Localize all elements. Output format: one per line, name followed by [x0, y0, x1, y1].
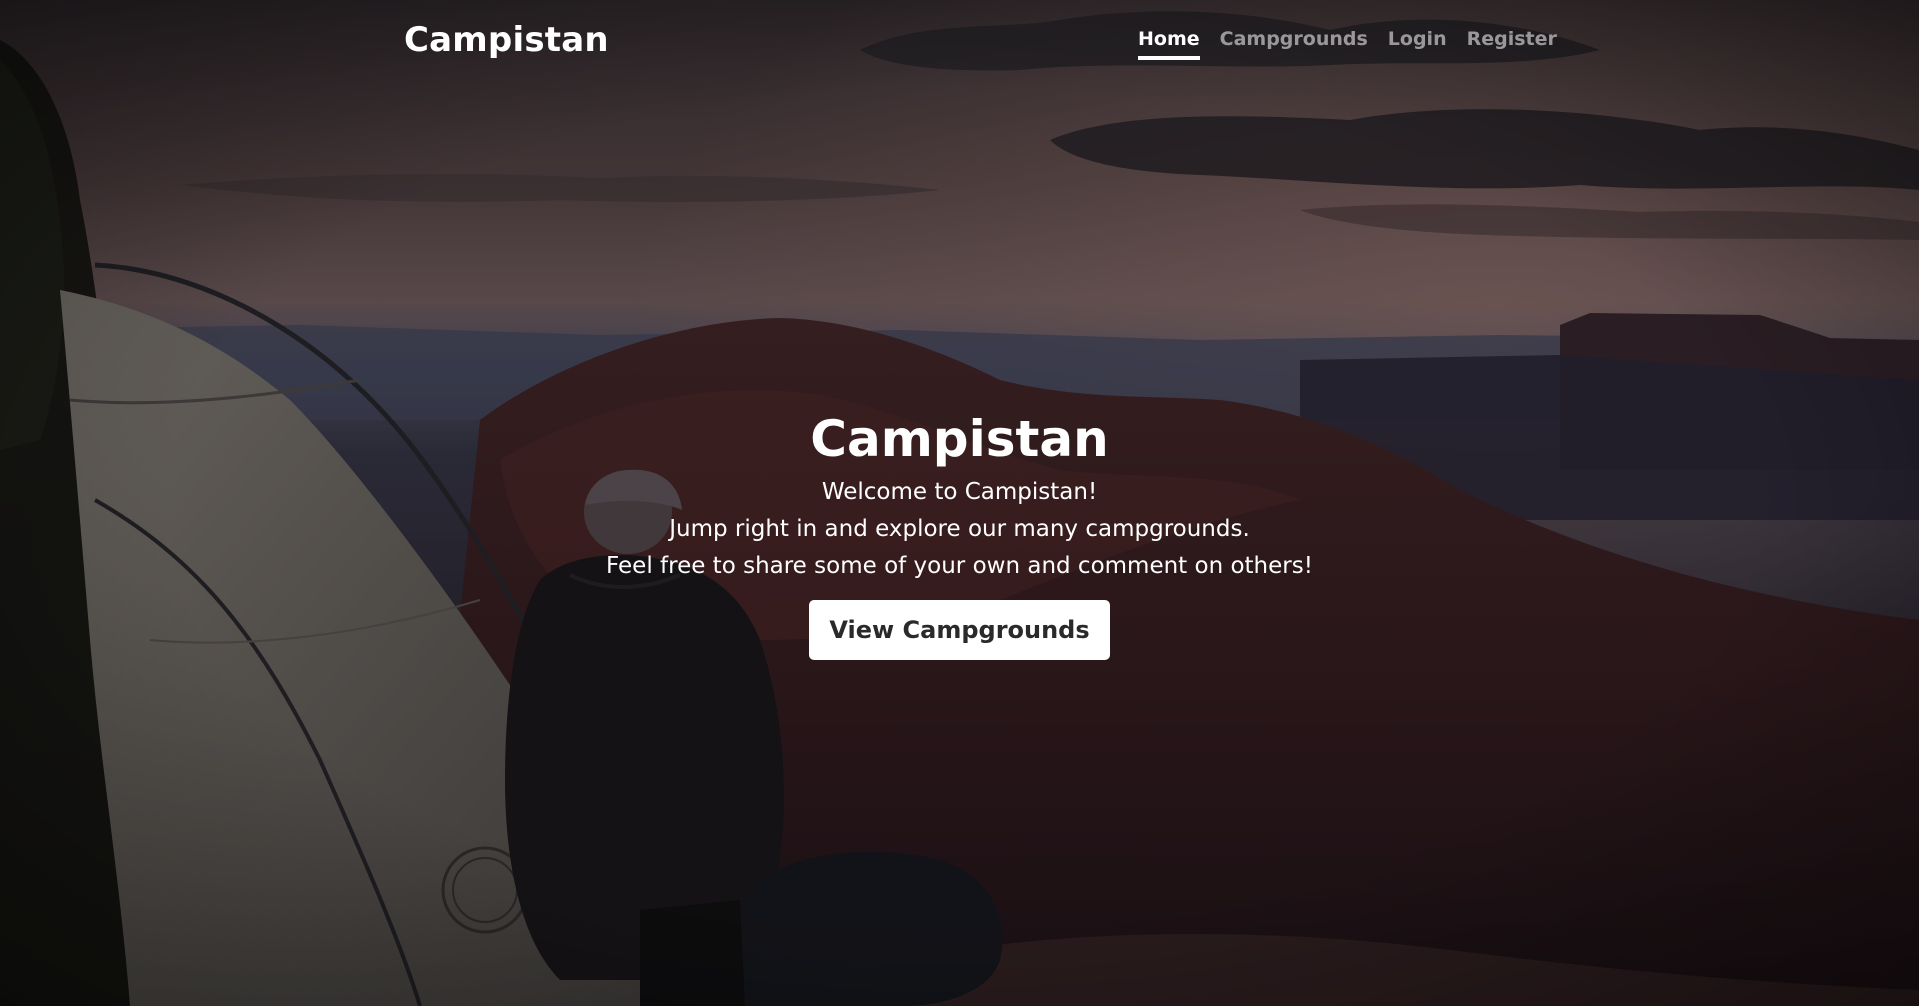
navbar-brand[interactable]: Campistan: [404, 20, 609, 60]
view-campgrounds-button[interactable]: View Campgrounds: [809, 600, 1110, 660]
hero-welcome-text: Welcome to Campistan!: [821, 479, 1098, 505]
nav-links: Home Campgrounds Login Register: [1138, 28, 1557, 60]
hero-explore-text: Jump right in and explore our many campg…: [669, 516, 1250, 542]
nav-link-home[interactable]: Home: [1138, 28, 1200, 60]
hero-title: Campistan: [810, 410, 1109, 468]
top-navbar: Campistan Home Campgrounds Login Registe…: [0, 0, 1919, 84]
hero-section: Campistan Welcome to Campistan! Jump rig…: [0, 404, 1919, 660]
nav-link-register[interactable]: Register: [1467, 28, 1557, 60]
nav-link-login[interactable]: Login: [1388, 28, 1447, 60]
nav-link-campgrounds[interactable]: Campgrounds: [1220, 28, 1368, 60]
hero-share-text: Feel free to share some of your own and …: [606, 553, 1313, 579]
